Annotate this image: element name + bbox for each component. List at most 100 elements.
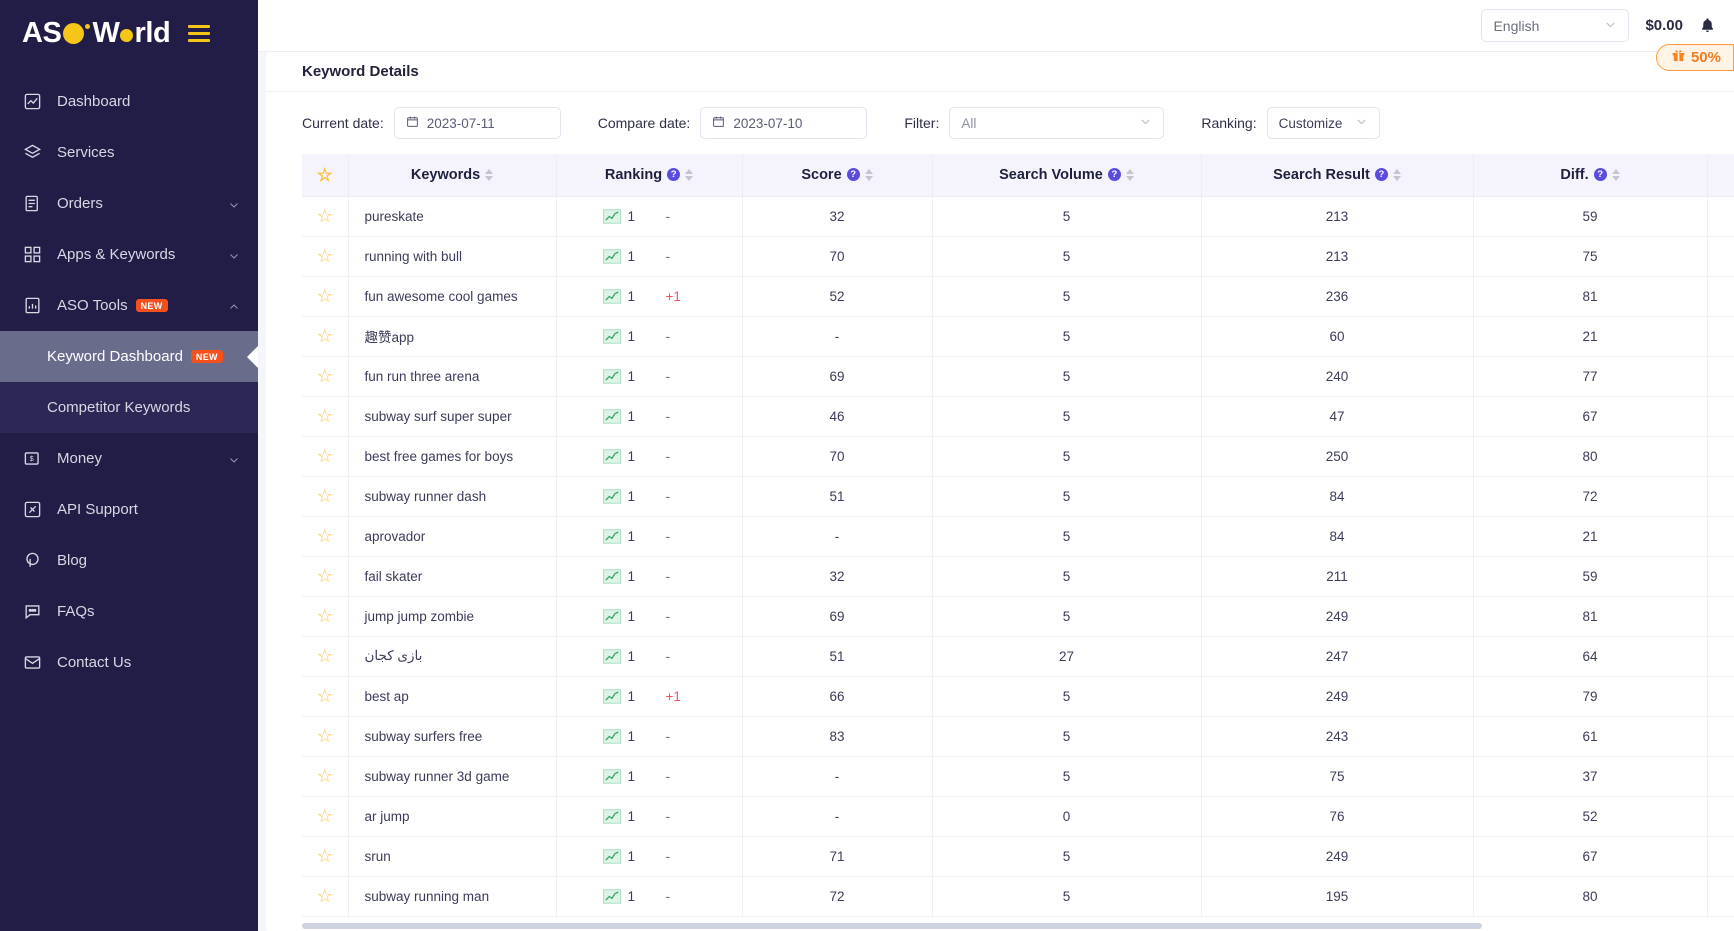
star-outline-icon[interactable]: ☆ [317,567,333,585]
cell-favorite[interactable]: ☆ [302,476,349,517]
th-diff[interactable]: Diff. ? [1473,154,1708,197]
star-outline-icon[interactable]: ☆ [317,287,333,305]
table-row[interactable]: ☆ بازی کجان 1-51 27 247 64 [302,636,1734,677]
cell-favorite[interactable]: ☆ [302,836,349,877]
cell-favorite[interactable]: ☆ [302,516,349,557]
star-outline-icon[interactable]: ☆ [317,247,333,265]
chevron-down-icon[interactable] [228,453,240,465]
filter-select[interactable]: All [949,107,1165,139]
star-outline-icon[interactable]: ☆ [317,847,333,865]
star-outline-icon[interactable]: ☆ [317,487,333,505]
table-row[interactable]: ☆ subway surfers free 1-83 5 243 61 [302,716,1734,757]
sidebar-item-keyword-dashboard[interactable]: Keyword Dashboard NEW [0,331,258,382]
chevron-up-icon[interactable] [228,300,240,312]
table-row[interactable]: ☆ subway runner dash 1-51 5 84 72 [302,476,1734,517]
help-icon[interactable]: ? [1374,168,1388,182]
star-outline-icon[interactable]: ☆ [317,207,333,225]
th-search-volume[interactable]: Search Volume ? [932,154,1202,197]
th-search-result[interactable]: Search Result ? [1201,154,1474,197]
sidebar-item-services[interactable]: Services [0,127,258,178]
cell-favorite[interactable]: ☆ [302,356,349,397]
sort-toggle-icon[interactable] [1611,168,1620,181]
chevron-down-icon[interactable] [228,198,240,210]
current-date-input[interactable]: 2023-07-11 [393,107,561,139]
bell-icon[interactable] [1699,17,1716,34]
language-select[interactable]: English [1481,9,1630,42]
table-row[interactable]: ☆ 趣赞app 1- -5 60 21 [302,316,1734,357]
th-ranking[interactable]: Ranking ? [556,154,743,197]
star-outline-icon[interactable]: ☆ [317,647,333,665]
table-row[interactable]: ☆ subway surf super super 1-46 5 47 67 [302,396,1734,437]
star-outline-icon[interactable]: ☆ [317,767,333,785]
cell-favorite[interactable]: ☆ [302,636,349,677]
promo-badge-50-percent[interactable]: 50% [1655,44,1734,71]
star-outline-icon[interactable]: ☆ [317,527,333,545]
sidebar-item-money[interactable]: $ Money [0,433,258,484]
cell-favorite[interactable]: ☆ [302,396,349,437]
sort-toggle-icon[interactable] [485,168,494,181]
sort-toggle-icon[interactable] [1125,168,1134,181]
star-outline-icon[interactable]: ☆ [317,687,333,705]
th-score[interactable]: Score ? [742,154,933,197]
sidebar-item-blog[interactable]: Blog [0,535,258,586]
star-outline-icon[interactable]: ☆ [317,607,333,625]
table-row[interactable]: ☆ best free games for boys 1-70 5 250 80 [302,436,1734,477]
th-keywords[interactable]: Keywords [348,154,557,197]
star-outline-icon[interactable]: ☆ [317,447,333,465]
sidebar-item-contact-us[interactable]: Contact Us [0,637,258,688]
table-row[interactable]: ☆ fun run three arena 1-69 5 240 77 [302,356,1734,397]
help-icon[interactable]: ? [667,168,681,182]
keyword-table-scroll[interactable]: ☆ Keywords Ranking ? Score ? Search Volu… [266,154,1734,931]
sidebar-item-api-support[interactable]: API Support [0,484,258,535]
cell-favorite[interactable]: ☆ [302,796,349,837]
table-row[interactable]: ☆ subway runner 3d game 1- -5 75 37 [302,756,1734,797]
cell-favorite[interactable]: ☆ [302,316,349,357]
star-outline-icon[interactable]: ☆ [317,727,333,745]
table-row[interactable]: ☆ fail skater 1-32 5 211 59 [302,556,1734,597]
sidebar-item-competitor-keywords[interactable]: Competitor Keywords [0,382,258,433]
cell-favorite[interactable]: ☆ [302,436,349,477]
star-outline-icon[interactable]: ☆ [317,327,333,345]
table-row[interactable]: ☆ jump jump zombie 1-69 5 249 81 [302,596,1734,637]
chevron-down-icon[interactable] [228,249,240,261]
cell-favorite[interactable]: ☆ [302,236,349,277]
table-row[interactable]: ☆ best ap 1 +1 66 5 249 79 [302,676,1734,717]
table-row[interactable]: ☆ ar jump 1- -0 76 52 [302,796,1734,837]
help-icon[interactable]: ? [846,168,860,182]
account-balance[interactable]: $0.00 [1645,17,1683,34]
sort-toggle-icon[interactable] [685,168,694,181]
sort-toggle-icon[interactable] [864,168,873,181]
sidebar-item-dashboard[interactable]: Dashboard [0,76,258,127]
table-row[interactable]: ☆ pureskate 1-32 5 213 59 [302,196,1734,237]
sidebar-item-apps-keywords[interactable]: Apps & Keywords [0,229,258,280]
table-row[interactable]: ☆ fun awesome cool games 1 +1 52 5 236 81 [302,276,1734,317]
star-outline-icon[interactable]: ☆ [317,407,333,425]
sort-toggle-icon[interactable] [1392,168,1401,181]
star-outline-icon[interactable]: ☆ [317,807,333,825]
cell-favorite[interactable]: ☆ [302,556,349,597]
table-row[interactable]: ☆ aprovador 1- -5 84 21 [302,516,1734,557]
cell-favorite[interactable]: ☆ [302,596,349,637]
cell-favorite[interactable]: ☆ [302,276,349,317]
star-outline-icon[interactable]: ☆ [317,166,333,184]
ranking-select[interactable]: Customize [1266,107,1380,139]
cell-favorite[interactable]: ☆ [302,716,349,757]
sidebar-item-aso-tools[interactable]: ASO Tools NEW [0,280,258,331]
help-icon[interactable]: ? [1107,168,1121,182]
cell-favorite[interactable]: ☆ [302,756,349,797]
star-outline-icon[interactable]: ☆ [317,367,333,385]
cell-favorite[interactable]: ☆ [302,876,349,917]
aso-world-logo[interactable]: AS Wrld [22,17,171,50]
table-row[interactable]: ☆ subway running man 1-72 5 195 80 [302,876,1734,917]
scrollbar-thumb[interactable] [302,923,1482,929]
th-favorite[interactable]: ☆ [302,154,349,197]
sidebar-item-orders[interactable]: Orders [0,178,258,229]
cell-favorite[interactable]: ☆ [302,196,349,237]
star-outline-icon[interactable]: ☆ [317,887,333,905]
table-row[interactable]: ☆ srun 1-71 5 249 67 [302,836,1734,877]
table-row[interactable]: ☆ running with bull 1-70 5 213 75 [302,236,1734,277]
sidebar-item-faqs[interactable]: FAQs [0,586,258,637]
hamburger-icon[interactable] [188,24,211,42]
compare-date-input[interactable]: 2023-07-10 [700,107,868,139]
cell-favorite[interactable]: ☆ [302,676,349,717]
